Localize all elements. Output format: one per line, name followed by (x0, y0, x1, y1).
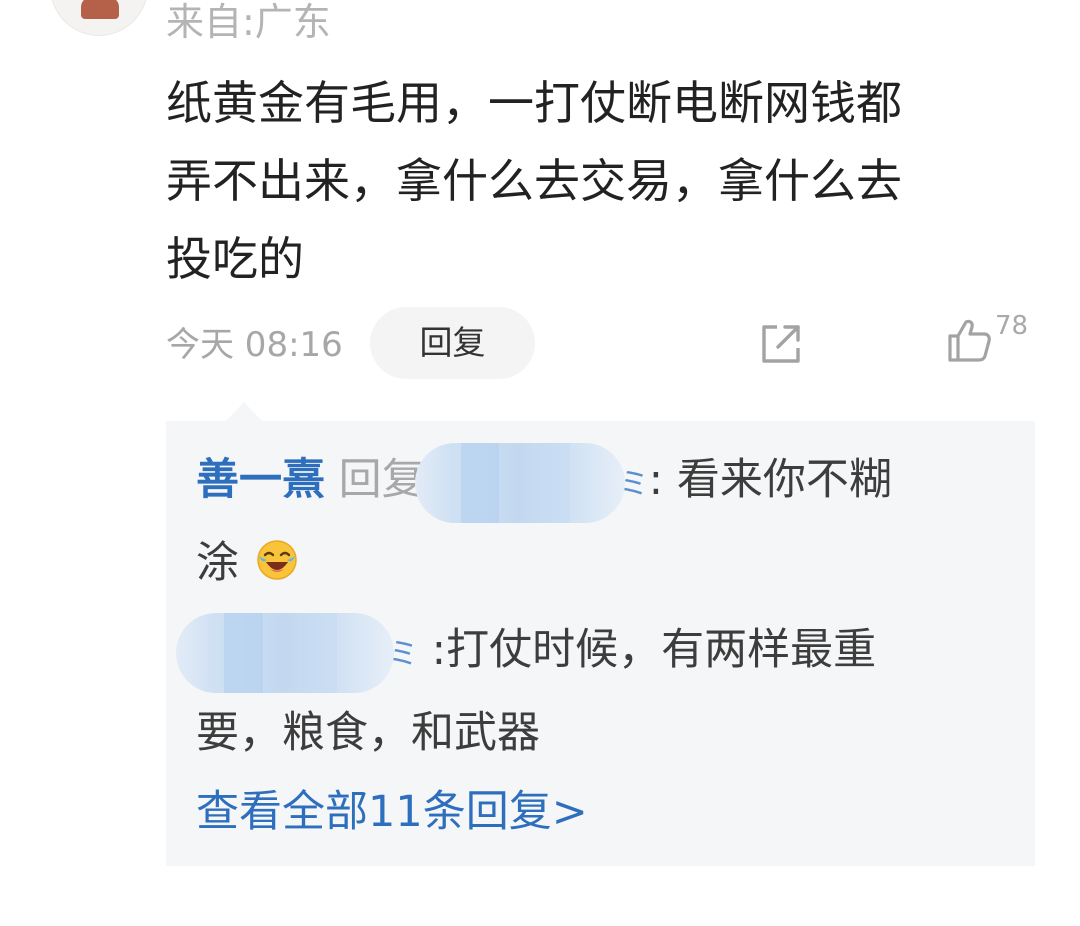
thumbs-up-icon[interactable] (946, 316, 994, 364)
reply-item: 善一熹 回复 ミ: 看来你不糊 涂 (196, 441, 1006, 602)
reply-text: 涂 (196, 538, 239, 588)
avatar-image (81, 0, 119, 19)
reply-line: 要，粮食，和武器 (196, 694, 1006, 772)
reply-separator: : (431, 625, 447, 675)
comment-screen: 来自:广东 纸黄金有毛用，一打仗断电断网钱都 弄不出来，拿什么去交易，拿什么去 … (0, 0, 1080, 926)
blur-block (536, 442, 571, 523)
blur-block (302, 612, 338, 693)
reply-text: 看来你不糊 (676, 455, 892, 505)
avatar[interactable] (50, 0, 148, 36)
like-count: 78 (995, 311, 1029, 341)
reply-line: 涂 (196, 524, 1006, 602)
reply-word: 回复 (338, 455, 425, 505)
reply-author[interactable]: 善一熹 (196, 455, 325, 505)
share-icon[interactable] (758, 321, 804, 367)
reply-text: 要，粮食，和武器 (196, 708, 540, 758)
reply-text: 打仗时候，有两样最重 (446, 625, 877, 675)
view-all-replies-link[interactable]: 查看全部11条回复> (196, 777, 588, 847)
reply-separator: : (648, 455, 664, 505)
reply-button[interactable]: 回复 (370, 307, 535, 379)
comment-line: 投吃的 (166, 232, 304, 286)
blur-block (223, 612, 264, 693)
comment-body: 纸黄金有毛用，一打仗断电断网钱都 弄不出来，拿什么去交易，拿什么去 投吃的 (166, 64, 1046, 298)
laughing-tears-emoji-icon (256, 539, 297, 580)
comment-line: 纸黄金有毛用，一打仗断电断网钱都 (166, 76, 902, 130)
masked-username[interactable] (414, 442, 625, 523)
comment-location: 来自:广东 (166, 0, 331, 44)
reply-line: 善一熹 回复 ミ: 看来你不糊 (196, 441, 1006, 524)
reply-item: ミ :打仗时候，有两样最重 要，粮食，和武器 (176, 611, 1006, 772)
reply-thread: 善一熹 回复 ミ: 看来你不糊 涂 ミ :打仗时候，有两样最重 要，粮食，和武器… (166, 421, 1035, 866)
reply-line: ミ :打仗时候，有两样最重 (176, 611, 1006, 694)
comment-timestamp: 今天 08:16 (166, 325, 343, 365)
blur-block (460, 442, 499, 523)
comment-line: 弄不出来，拿什么去交易，拿什么去 (166, 154, 902, 208)
masked-username[interactable] (176, 612, 394, 693)
thread-pointer (226, 402, 262, 421)
